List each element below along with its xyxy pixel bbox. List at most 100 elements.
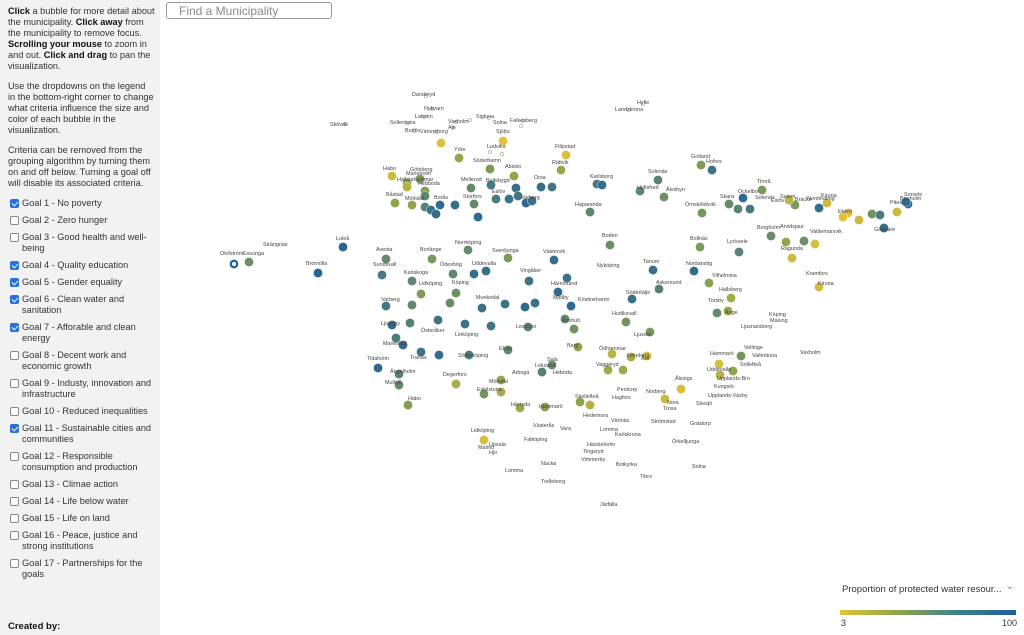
goal-checkbox[interactable] [10, 295, 19, 304]
goal-checkbox[interactable] [10, 480, 19, 489]
legend-metric-dropdown[interactable]: Proportion of protected water resour... … [836, 578, 1020, 600]
municipality-bubble[interactable] [561, 150, 571, 160]
municipality-bubble[interactable] [549, 255, 559, 265]
municipality-bubble[interactable] [734, 247, 744, 257]
municipality-bubble[interactable] [473, 212, 483, 222]
municipality-bubble[interactable] [810, 239, 820, 249]
municipality-bubble[interactable] [491, 194, 501, 204]
municipality-bubble[interactable] [524, 276, 534, 286]
municipality-bubble[interactable] [387, 171, 397, 181]
municipality-bubble[interactable] [244, 257, 254, 267]
municipality-bubble[interactable] [733, 204, 743, 214]
goal-checkbox[interactable] [10, 531, 19, 540]
municipality-bubble[interactable] [520, 302, 530, 312]
municipality-bubble[interactable] [405, 318, 415, 328]
municipality-bubble[interactable] [556, 165, 566, 175]
municipality-bubble[interactable] [511, 183, 521, 193]
goal-checkbox[interactable] [10, 351, 19, 360]
goal-checkbox[interactable] [10, 323, 19, 332]
municipality-bubble[interactable] [696, 160, 706, 170]
municipality-bubble[interactable] [407, 276, 417, 286]
municipality-bubble[interactable] [867, 209, 877, 219]
goal-toggle-13[interactable]: Goal 13 - Climae action [8, 479, 155, 490]
municipality-bubble-map[interactable]: Skövde Danderyd Nykvarn LaholmSollentuna Bur… [160, 0, 1024, 635]
municipality-bubble[interactable] [435, 200, 445, 210]
goal-toggle-1[interactable]: Goal 1 - No poverty [8, 198, 155, 209]
municipality-bubble[interactable] [724, 199, 734, 209]
municipality-bubble[interactable] [605, 240, 615, 250]
municipality-bubble[interactable] [481, 266, 491, 276]
goal-checkbox[interactable] [10, 278, 19, 287]
goal-toggle-2[interactable]: Goal 2 - Zero hunger [8, 215, 155, 226]
municipality-bubble[interactable] [766, 231, 776, 241]
municipality-bubble[interactable] [450, 200, 460, 210]
municipality-bubble[interactable] [585, 400, 595, 410]
municipality-bubble[interactable] [479, 435, 489, 445]
municipality-bubble[interactable] [736, 351, 746, 361]
municipality-bubble[interactable] [469, 199, 479, 209]
municipality-bubble[interactable] [500, 152, 504, 156]
municipality-bubble[interactable] [500, 299, 510, 309]
municipality-bubble[interactable] [689, 266, 699, 276]
municipality-bubble[interactable] [377, 270, 387, 280]
municipality-bubble[interactable] [787, 253, 797, 263]
goal-checkbox[interactable] [10, 514, 19, 523]
goal-toggle-3[interactable]: Goal 3 - Good health and well-being [8, 232, 155, 254]
municipality-bubble[interactable] [434, 350, 444, 360]
goal-checkbox[interactable] [10, 379, 19, 388]
municipality-bubble[interactable] [814, 203, 824, 213]
goal-toggle-14[interactable]: Goal 14 - Life below water [8, 496, 155, 507]
goal-toggle-12[interactable]: Goal 12 - Responsible consumption and pr… [8, 451, 155, 473]
goal-toggle-8[interactable]: Goal 8 - Decent work and economic growth [8, 350, 155, 372]
municipality-bubble[interactable] [503, 253, 513, 263]
municipality-bubble[interactable] [704, 278, 714, 288]
goal-toggle-16[interactable]: Goal 16 - Peace, justice and strong inst… [8, 530, 155, 552]
goal-toggle-6[interactable]: Goal 6 - Clean water and sanitation [8, 294, 155, 316]
municipality-bubble[interactable] [569, 324, 579, 334]
municipality-bubble[interactable] [536, 182, 546, 192]
municipality-bubble[interactable] [445, 298, 455, 308]
goal-checkbox[interactable] [10, 452, 19, 461]
municipality-bubble[interactable] [697, 208, 707, 218]
municipality-bubble[interactable] [676, 384, 686, 394]
municipality-bubble[interactable] [707, 165, 717, 175]
municipality-bubble[interactable] [313, 268, 323, 278]
goal-checkbox[interactable] [10, 497, 19, 506]
goal-toggle-15[interactable]: Goal 15 - Life on land [8, 513, 155, 524]
municipality-bubble[interactable] [659, 192, 669, 202]
goal-checkbox[interactable] [10, 407, 19, 416]
municipality-bubble[interactable] [547, 182, 557, 192]
goal-checkbox[interactable] [10, 199, 19, 208]
goal-checkbox[interactable] [10, 559, 19, 568]
municipality-bubble[interactable] [463, 245, 473, 255]
goal-checkbox[interactable] [10, 261, 19, 270]
municipality-bubble[interactable] [451, 288, 461, 298]
municipality-bubble[interactable] [799, 236, 809, 246]
municipality-bubble[interactable] [757, 185, 767, 195]
municipality-bubble[interactable] [875, 210, 885, 220]
municipality-bubble[interactable] [509, 171, 519, 181]
goal-toggle-9[interactable]: Goal 9 - Industy, innovation and infrast… [8, 378, 155, 400]
municipality-bubble[interactable] [427, 254, 437, 264]
municipality-bubble[interactable] [519, 124, 523, 128]
municipality-bubble[interactable] [618, 365, 628, 375]
goal-checkbox[interactable] [10, 424, 19, 433]
municipality-bubble[interactable] [854, 215, 864, 225]
municipality-bubble[interactable] [504, 194, 514, 204]
goal-toggle-17[interactable]: Goal 17 - Partnerships for the goals [8, 558, 155, 580]
municipality-bubble[interactable] [390, 198, 400, 208]
municipality-bubble[interactable] [460, 319, 470, 329]
municipality-bubble[interactable] [454, 153, 464, 163]
municipality-bubble[interactable] [530, 298, 540, 308]
goal-toggle-7[interactable]: Goal 7 - Afforable and clean energy [8, 322, 155, 344]
municipality-bubble[interactable] [621, 317, 631, 327]
goal-toggle-11[interactable]: Goal 11 - Sustainable cities and communi… [8, 423, 155, 445]
municipality-bubble[interactable] [585, 207, 595, 217]
municipality-bubble[interactable] [566, 301, 576, 311]
municipality-bubble[interactable] [407, 300, 417, 310]
municipality-bubble[interactable] [431, 209, 441, 219]
municipality-bubble[interactable] [653, 175, 663, 185]
municipality-bubble[interactable] [451, 379, 461, 389]
municipality-bubble[interactable] [448, 269, 458, 279]
municipality-bubble[interactable] [485, 164, 495, 174]
